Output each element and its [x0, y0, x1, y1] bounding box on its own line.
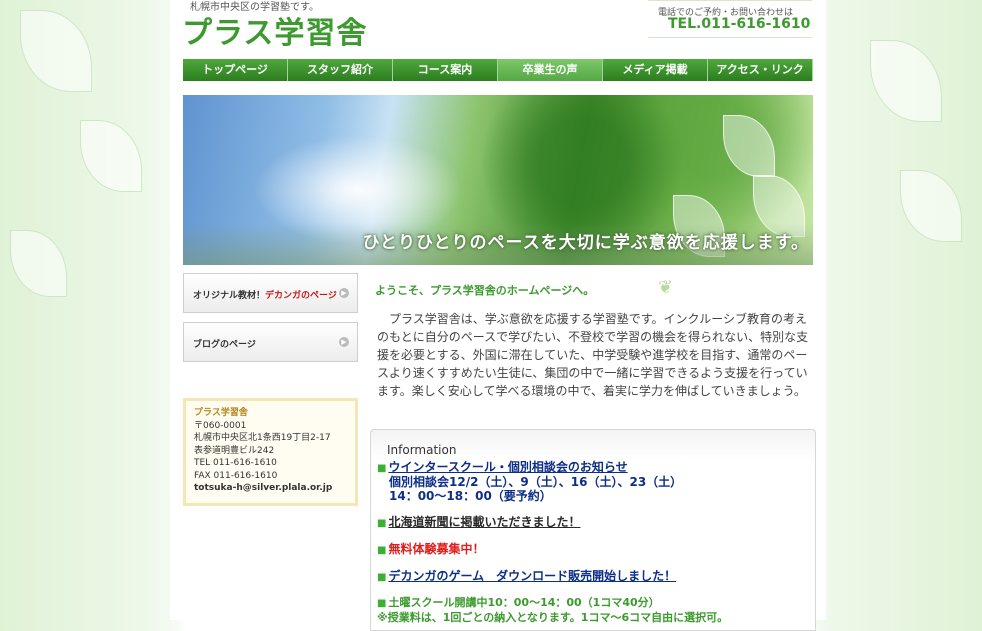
intro-text: プラス学習舎は、学ぶ意欲を応援する学習塾です。インクルーシブ教育の考えのもとに自…	[377, 312, 809, 398]
bullet-square-icon: ■	[377, 463, 387, 474]
address-name: プラス学習舎	[194, 408, 248, 418]
contact-phone[interactable]: TEL.011-616-1610	[668, 16, 810, 32]
bullet-square-icon: ■	[377, 572, 387, 583]
blog-page-label: ブログのページ	[193, 340, 256, 350]
nav-item-courses[interactable]: コース案内	[393, 59, 498, 81]
address-line1: 札幌市中央区北1条西19丁目2-17	[194, 433, 331, 443]
information-panel: Information ■ ウインタースクール・個別相談会のお知らせ 個別相談会1…	[370, 429, 816, 631]
bullet-square-icon: ■	[377, 598, 387, 609]
nav-item-staff[interactable]: スタッフ紹介	[288, 59, 393, 81]
address-email[interactable]: totsuka-h@silver.plala.or.jp	[194, 482, 347, 495]
bg-leaf-decoration	[20, 10, 92, 92]
info-item-newspaper[interactable]: ■ 北海道新聞に掲載いただきました！	[377, 513, 580, 530]
arrow-right-icon: ▶	[339, 288, 349, 298]
butterfly-icon: ❦	[658, 277, 674, 298]
bg-leaf-decoration	[10, 230, 67, 297]
decanga-page-button[interactable]: オリジナル教材！デカンガのページ ▶	[183, 273, 358, 313]
bullet-square-icon: ■	[377, 518, 387, 529]
page-container: 札幌市中央区の学習塾です。 プラス学習舎 電話でのご予約・お問い合わせは TEL…	[170, 0, 826, 631]
info-item-free-trial: ■ 無料体験募集中！	[377, 542, 485, 556]
bullet-square-icon: ■	[377, 545, 387, 556]
nav-item-access[interactable]: アクセス・リンク	[708, 59, 813, 81]
site-logo[interactable]: プラス学習舎	[182, 8, 367, 52]
bg-leaf-decoration	[900, 170, 962, 242]
info-item-fee-note: ※授業料は、1回ごとの納入となります。1コマ～6コマ自由に選択可。	[377, 611, 729, 624]
info-item-consultation-time: 14：00～18：00（要予約）	[389, 489, 552, 503]
welcome-heading: ようこそ、プラス学習舎のホームページへ。	[375, 284, 595, 297]
contact-box: 電話でのご予約・お問い合わせは TEL.011-616-1610	[648, 0, 812, 38]
address-tel: TEL 011-616-1610	[194, 458, 277, 468]
hero-banner: ひとりひとりのペースを大切に学ぶ意欲を応援します。	[183, 95, 813, 265]
address-box: プラス学習舎 〒060-0001 札幌市中央区北1条西19丁目2-17 表参道明…	[183, 398, 358, 506]
nav-item-top[interactable]: トップページ	[183, 59, 288, 81]
blog-page-button[interactable]: ブログのページ ▶	[183, 322, 358, 362]
address-fax: FAX 011-616-1610	[194, 470, 278, 481]
hero-slogan: ひとりひとりのペースを大切に学ぶ意欲を応援します。	[362, 233, 809, 253]
info-item-game-download[interactable]: ■ デカンガのゲーム ダウンロード販売開始しました！	[377, 567, 676, 584]
address-line2: 表参道明豊ビル242	[194, 445, 275, 456]
information-title: Information	[387, 443, 457, 457]
bg-leaf-decoration	[870, 40, 942, 122]
decanga-page-label: オリジナル教材！デカンガのページ	[193, 291, 337, 301]
info-item-saturday-school: ■ 土曜スクール開講中10：00～14：00（1コマ40分）	[377, 596, 660, 609]
arrow-right-icon: ▶	[339, 337, 349, 347]
nav-item-graduates[interactable]: 卒業生の声	[498, 59, 603, 81]
nav-item-media[interactable]: メディア掲載	[603, 59, 708, 81]
main-nav: トップページ スタッフ紹介 コース案内 卒業生の声 メディア掲載 アクセス・リン…	[183, 59, 813, 81]
address-postal: 〒060-0001	[194, 420, 247, 431]
bg-leaf-decoration	[80, 120, 142, 192]
